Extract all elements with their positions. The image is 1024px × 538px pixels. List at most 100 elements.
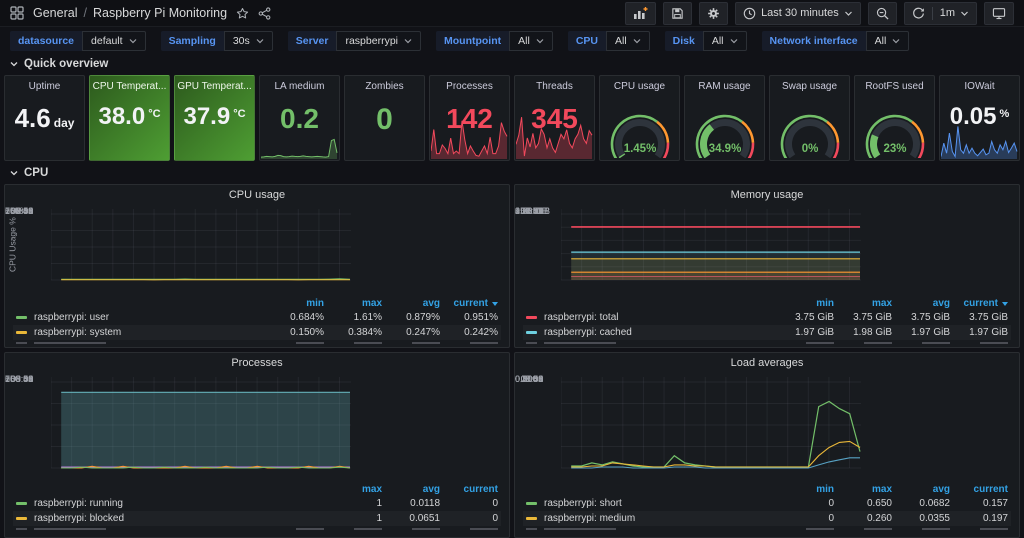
- legend-series-label[interactable]: raspberrypi: user: [34, 312, 109, 323]
- legend-header-min[interactable]: min: [776, 298, 834, 309]
- section-cpu[interactable]: CPU: [0, 165, 1024, 181]
- panel-title[interactable]: IOWait: [940, 76, 1019, 94]
- series-swatch: [16, 517, 27, 520]
- panel-title[interactable]: CPU Temperat...: [90, 76, 169, 94]
- iowait-value: 0.05%: [940, 105, 1019, 129]
- uptime-value: 4.6day: [5, 105, 84, 131]
- legend-row-clipped: [13, 340, 501, 345]
- legend-value: 0.247%: [382, 327, 440, 338]
- add-panel-button[interactable]: [625, 2, 656, 25]
- panel-title[interactable]: RootFS used: [855, 76, 934, 94]
- panel-title[interactable]: Uptime: [5, 76, 84, 94]
- legend-series-label[interactable]: raspberrypi: total: [544, 312, 618, 323]
- panel-title[interactable]: RAM usage: [685, 76, 764, 94]
- legend-header-min[interactable]: min: [776, 484, 834, 495]
- panel-title[interactable]: LA medium: [260, 76, 339, 94]
- legend-header-avg[interactable]: avg: [382, 484, 440, 495]
- variable-value-dropdown[interactable]: All: [606, 31, 650, 51]
- svg-text:34.9%: 34.9%: [708, 143, 741, 155]
- panel-title[interactable]: Processes: [5, 353, 509, 374]
- x-axis-tick: 09:04: [515, 206, 549, 216]
- panel-title[interactable]: Memory usage: [515, 185, 1019, 206]
- zoom-out-time-button[interactable]: [868, 2, 897, 25]
- legend-value: 1: [324, 513, 382, 524]
- apps-icon[interactable]: [10, 6, 24, 20]
- x-axis-tick: 09:04: [515, 374, 549, 384]
- panel-gpu-temperature: GPU Temperat... 37.9°C: [174, 75, 255, 161]
- panel-title[interactable]: Threads: [515, 76, 594, 94]
- cpu-usage-plot[interactable]: [51, 209, 351, 281]
- panel-title[interactable]: CPU usage: [600, 76, 679, 94]
- variable-datasource: datasourcedefault: [10, 31, 146, 51]
- variable-value-dropdown[interactable]: raspberrypi: [336, 31, 421, 51]
- legend-header-avg[interactable]: avg: [892, 484, 950, 495]
- legend-row: raspberrypi: cached1.97 GiB1.98 GiB1.97 …: [523, 325, 1011, 340]
- time-range-label: Last 30 minutes: [761, 7, 839, 19]
- panel-title[interactable]: GPU Temperat...: [175, 76, 254, 94]
- panel-title[interactable]: Swap usage: [770, 76, 849, 94]
- legend-header-max[interactable]: max: [324, 298, 382, 309]
- chevron-down-icon: [844, 10, 853, 17]
- legend-series-label[interactable]: raspberrypi: medium: [544, 513, 635, 524]
- breadcrumb-folder[interactable]: General: [33, 6, 77, 20]
- share-icon[interactable]: [258, 7, 271, 20]
- legend-series-label[interactable]: raspberrypi: running: [34, 498, 123, 509]
- series-swatch: [526, 316, 537, 319]
- page-title: Raspberry Pi Monitoring: [93, 6, 227, 20]
- threads-value: 345: [515, 105, 594, 133]
- variable-value-dropdown[interactable]: All: [866, 31, 910, 51]
- legend-header-current[interactable]: current: [950, 298, 1008, 309]
- panel-title[interactable]: Load averages: [515, 353, 1019, 374]
- dashboard-settings-button[interactable]: [699, 2, 728, 25]
- legend-value: 0.0682: [892, 498, 950, 509]
- legend-value: 1: [324, 498, 382, 509]
- time-range-picker[interactable]: Last 30 minutes: [735, 2, 861, 25]
- variable-value-dropdown[interactable]: All: [509, 31, 553, 51]
- section-quick-overview[interactable]: Quick overview: [0, 56, 1024, 72]
- breadcrumb[interactable]: General / Raspberry Pi Monitoring: [33, 6, 227, 20]
- load-averages-plot[interactable]: [561, 377, 861, 469]
- legend-header-avg[interactable]: avg: [892, 298, 950, 309]
- memory-usage-plot[interactable]: [561, 209, 861, 281]
- clock-icon: [743, 7, 756, 20]
- legend-header-avg[interactable]: avg: [382, 298, 440, 309]
- legend-header-current[interactable]: current: [440, 298, 498, 309]
- breadcrumb-separator: /: [83, 6, 86, 20]
- panel-iowait: IOWait 0.05%: [939, 75, 1020, 161]
- legend-header-min[interactable]: min: [266, 298, 324, 309]
- variable-value-dropdown[interactable]: default: [82, 31, 146, 51]
- legend-header-current[interactable]: current: [950, 484, 1008, 495]
- legend-value: 0.260: [834, 513, 892, 524]
- variable-server: Serverraspberrypi: [288, 31, 421, 51]
- panel-title[interactable]: CPU usage: [5, 185, 509, 206]
- legend-series-label[interactable]: raspberrypi: system: [34, 327, 121, 338]
- legend-value: 0.0651: [382, 513, 440, 524]
- svg-text:1.45%: 1.45%: [623, 143, 656, 155]
- rootfs-used-gauge: 23%: [856, 98, 934, 158]
- variable-value-dropdown[interactable]: 30s: [224, 31, 273, 51]
- legend-value: 0: [440, 498, 498, 509]
- processes-plot[interactable]: [51, 377, 351, 469]
- la-medium-value: 0.2: [260, 105, 339, 133]
- legend-series-label[interactable]: raspberrypi: blocked: [34, 513, 124, 524]
- panel-title[interactable]: Processes: [430, 76, 509, 94]
- save-dashboard-button[interactable]: [663, 2, 692, 25]
- legend-header-max[interactable]: max: [834, 484, 892, 495]
- kiosk-mode-button[interactable]: [984, 2, 1014, 25]
- section-chevron-icon: [9, 169, 19, 177]
- legend-header-max[interactable]: max: [324, 484, 382, 495]
- legend-value: 0.951%: [440, 312, 498, 323]
- legend-value: 0.650: [834, 498, 892, 509]
- sort-caret-icon: [1002, 302, 1008, 306]
- variable-label: Sampling: [161, 31, 224, 51]
- legend-row: raspberrypi: user0.684%1.61%0.879%0.951%: [13, 310, 501, 325]
- variable-label: CPU: [568, 31, 606, 51]
- panel-title[interactable]: Zombies: [345, 76, 424, 94]
- legend-header-max[interactable]: max: [834, 298, 892, 309]
- legend-series-label[interactable]: raspberrypi: cached: [544, 327, 632, 338]
- legend-header-current[interactable]: current: [440, 484, 498, 495]
- variable-value-dropdown[interactable]: All: [703, 31, 747, 51]
- star-icon[interactable]: [236, 7, 249, 20]
- legend-series-label[interactable]: raspberrypi: short: [544, 498, 622, 509]
- refresh-button-group[interactable]: 1m: [904, 2, 977, 25]
